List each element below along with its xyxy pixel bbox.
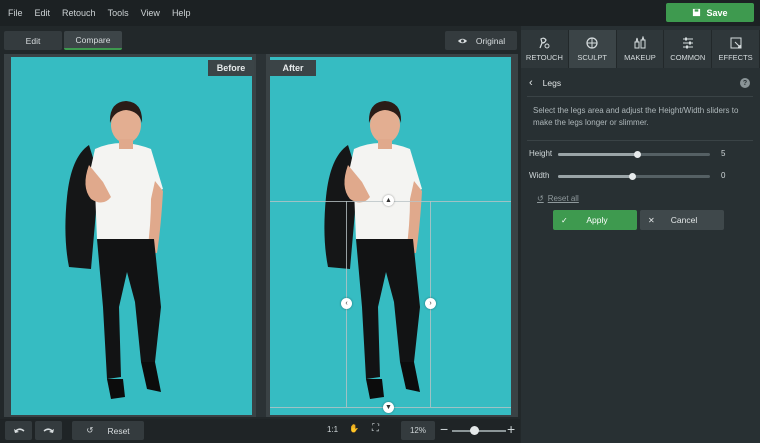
actual-size-button[interactable]: 1:1 (327, 425, 338, 434)
makeup-icon (634, 36, 646, 49)
reset-label: Reset (107, 425, 130, 436)
undo-icon (13, 428, 24, 433)
tab-makeup[interactable]: MAKEUP (616, 30, 665, 68)
menu-tools[interactable]: Tools (102, 0, 135, 26)
height-slider-fill (558, 153, 638, 156)
menu-edit[interactable]: Edit (29, 0, 57, 26)
split-divider[interactable] (256, 54, 266, 417)
tab-common[interactable]: COMMON (664, 30, 713, 68)
cancel-button[interactable]: ✕ Cancel (640, 210, 724, 230)
reset-all-icon: ↺ (537, 194, 544, 203)
redo-icon (43, 428, 54, 433)
right-handle[interactable]: › (425, 298, 436, 309)
zoom-slider-thumb[interactable] (470, 426, 479, 435)
canvas-area[interactable]: Before ▲ ‹ › ▼ After (4, 54, 518, 417)
eye-icon (457, 38, 467, 43)
close-icon: ✕ (648, 215, 655, 225)
divider (527, 96, 753, 97)
zoom-in-icon[interactable]: + (507, 421, 515, 437)
photo-before (11, 57, 252, 415)
width-value: 0 (721, 171, 726, 180)
person-photo-after (324, 101, 422, 399)
menu-file[interactable]: File (0, 0, 29, 26)
back-icon[interactable]: ‹ (529, 77, 533, 89)
width-slider-fill (558, 175, 633, 178)
apply-button[interactable]: ✓ Apply (553, 210, 637, 230)
person-photo (65, 101, 163, 399)
zoom-out-icon[interactable]: − (440, 421, 448, 437)
tab-effects[interactable]: EFFECTS (712, 30, 760, 68)
panel-tabs: RETOUCH SCULPT MAKEUP COMMON EFFECTS (521, 30, 760, 68)
sculpt-icon (586, 37, 598, 49)
original-button[interactable]: Original (445, 31, 517, 50)
help-icon[interactable]: ? (740, 78, 750, 88)
save-icon (693, 8, 701, 17)
tools-panel: RETOUCH SCULPT MAKEUP COMMON EFFECTS ‹ L… (521, 26, 760, 443)
tab-common-label: COMMON (670, 53, 706, 62)
save-label: Save (706, 7, 728, 18)
undo-button[interactable] (5, 421, 32, 440)
height-value: 5 (721, 149, 726, 158)
tab-makeup-label: MAKEUP (624, 53, 656, 62)
panel-header: ‹ Legs ? (521, 72, 760, 94)
before-label: Before (208, 60, 254, 76)
tab-sculpt[interactable]: SCULPT (568, 30, 617, 68)
cancel-label: Cancel (670, 215, 698, 225)
bottom-toolbar: ↺ Reset 1:1 ✋ ⛶ 12% − + (0, 419, 520, 443)
bottom-handle[interactable]: ▼ (383, 402, 394, 413)
app-window: File Edit Retouch Tools View Help Save E… (0, 0, 760, 443)
legs-description: Select the legs area and adjust the Heig… (533, 106, 739, 127)
zoom-slider-track[interactable] (452, 430, 506, 432)
menu-retouch[interactable]: Retouch (56, 0, 102, 26)
photo-after: ▲ ‹ › (270, 57, 511, 415)
fit-screen-icon[interactable]: ⛶ (372, 423, 379, 434)
top-handle[interactable]: ▲ (383, 195, 394, 206)
tab-effects-label: EFFECTS (718, 53, 753, 62)
menubar: File Edit Retouch Tools View Help Save (0, 0, 760, 26)
save-button[interactable]: Save (666, 3, 754, 22)
original-label: Original (475, 35, 506, 46)
effects-icon (730, 37, 742, 49)
panel-title: Legs (542, 78, 562, 88)
tab-compare[interactable]: Compare (64, 31, 122, 50)
hand-icon[interactable]: ✋ (349, 424, 359, 433)
retouch-icon (539, 37, 550, 49)
tab-retouch[interactable]: RETOUCH (521, 30, 569, 68)
zoom-level[interactable]: 12% (401, 421, 435, 440)
menu-view[interactable]: View (135, 0, 166, 26)
reset-all-label: Reset all (547, 194, 579, 203)
divider (527, 140, 753, 141)
height-slider[interactable] (558, 151, 710, 158)
view-toolbar: Edit Compare Original (0, 26, 520, 54)
reset-all-link[interactable]: ↺ Reset all (537, 194, 579, 203)
menu-help[interactable]: Help (166, 0, 197, 26)
check-icon: ✓ (561, 215, 568, 225)
redo-button[interactable] (35, 421, 62, 440)
sliders-icon (682, 37, 693, 49)
width-slider[interactable] (558, 173, 710, 180)
apply-label: Apply (586, 215, 608, 225)
reset-button[interactable]: ↺ Reset (72, 421, 144, 440)
width-slider-thumb[interactable] (628, 173, 636, 180)
tab-sculpt-label: SCULPT (577, 53, 607, 62)
left-handle[interactable]: ‹ (341, 298, 352, 309)
height-slider-thumb[interactable] (633, 151, 641, 158)
height-label: Height (529, 149, 553, 158)
tab-edit[interactable]: Edit (4, 31, 62, 50)
tab-retouch-label: RETOUCH (525, 53, 563, 62)
after-label: After (270, 60, 316, 76)
width-label: Width (529, 171, 550, 180)
reset-icon: ↺ (86, 425, 94, 435)
